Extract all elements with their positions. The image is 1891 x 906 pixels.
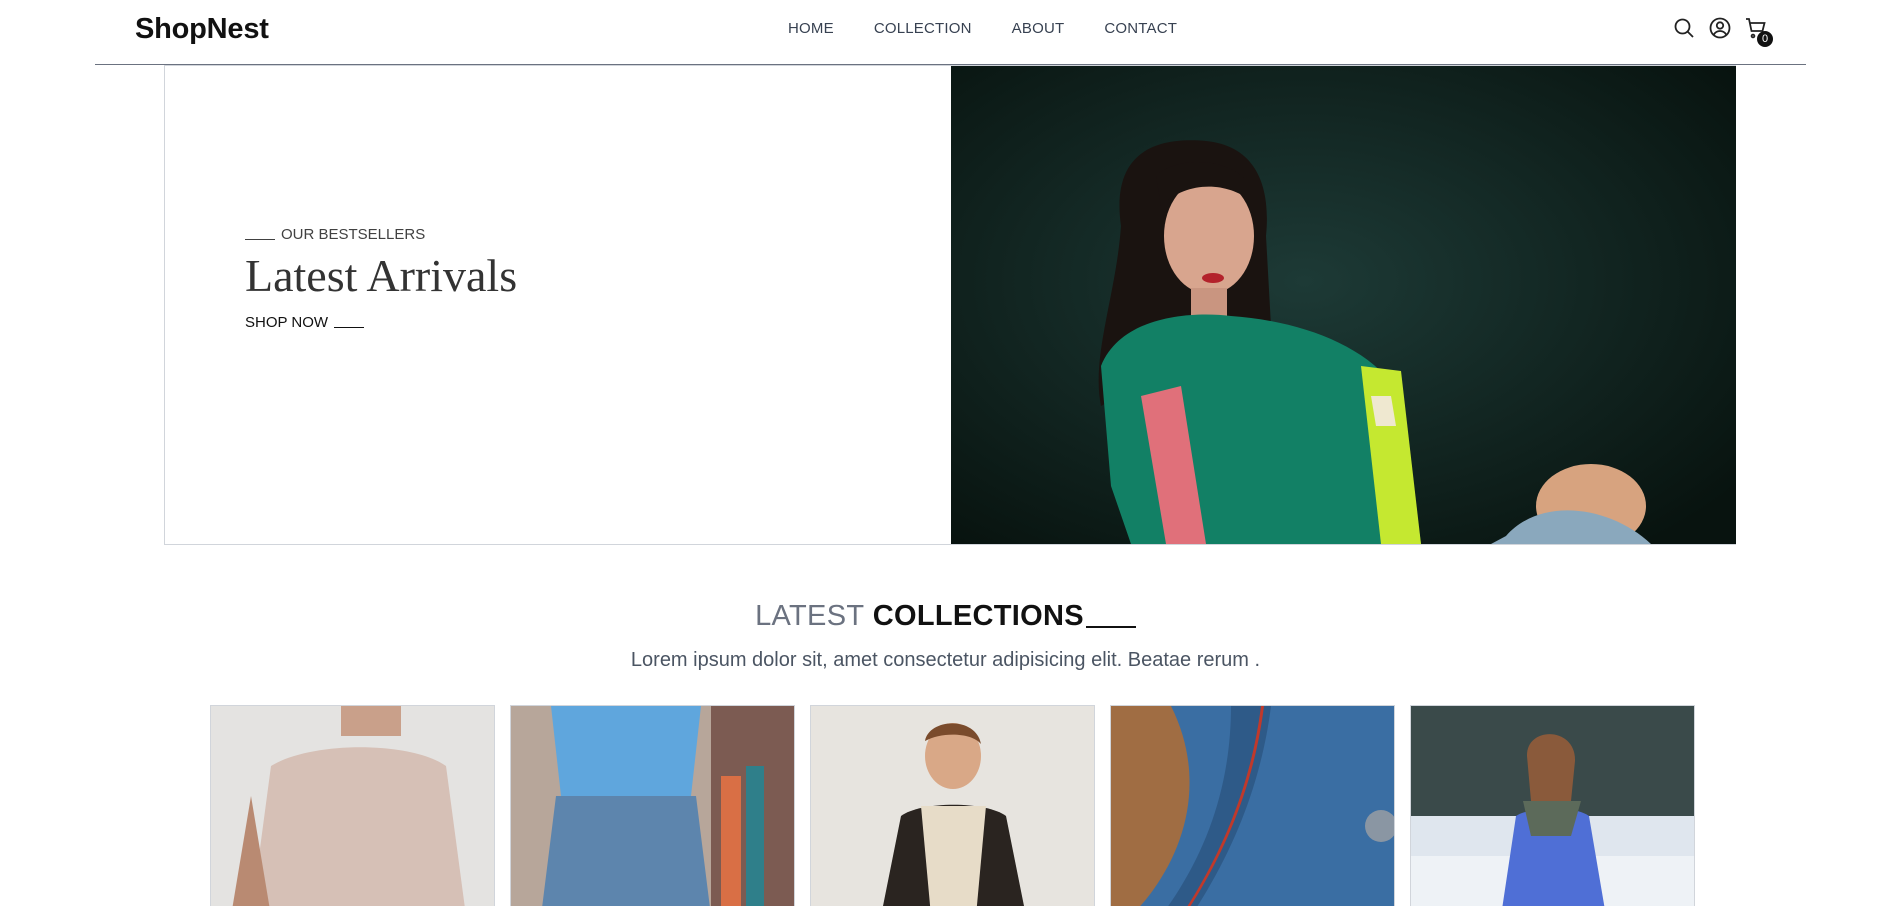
cart-icon[interactable]: 0 — [1744, 16, 1773, 47]
product-card[interactable] — [810, 705, 1095, 906]
shop-now-line — [334, 326, 365, 328]
hero-eyebrow-text: OUR BESTSELLERS — [281, 226, 426, 243]
product-card[interactable] — [510, 705, 795, 906]
product-image — [1411, 706, 1694, 906]
hero-image — [951, 66, 1736, 544]
product-card[interactable] — [1410, 705, 1695, 906]
section-title-light: LATEST — [755, 600, 865, 632]
section-title: LATEST COLLECTIONS — [0, 600, 1891, 633]
nav-link-collection[interactable]: COLLECTION — [874, 20, 972, 37]
user-icon[interactable] — [1708, 16, 1732, 40]
nav-link-home[interactable]: HOME — [788, 20, 834, 37]
search-icon[interactable] — [1672, 16, 1696, 40]
shop-now-label: SHOP NOW — [245, 313, 329, 331]
cart-count-badge: 0 — [1757, 31, 1773, 47]
main-nav: HOME COLLECTION ABOUT CONTACT — [788, 20, 1177, 37]
section-subtitle: Lorem ipsum dolor sit, amet consectetur … — [630, 649, 1261, 671]
hero-banner: OUR BESTSELLERS Latest Arrivals SHOP NOW — [164, 65, 1736, 545]
title-underline — [1085, 626, 1136, 629]
eyebrow-line — [245, 239, 275, 240]
product-image — [811, 706, 1094, 906]
hero-title: Latest Arrivals — [245, 250, 518, 301]
brand-logo[interactable]: ShopNest — [135, 13, 269, 46]
navbar: ShopNest HOME COLLECTION ABOUT CONTACT 0 — [95, 0, 1806, 65]
product-grid — [210, 705, 1695, 906]
hero-text-panel: OUR BESTSELLERS Latest Arrivals SHOP NOW — [165, 66, 951, 544]
nav-link-about[interactable]: ABOUT — [1012, 20, 1065, 37]
product-image — [1111, 706, 1394, 906]
nav-link-contact[interactable]: CONTACT — [1104, 20, 1177, 37]
latest-collections-section: LATEST COLLECTIONS Lorem ipsum dolor sit… — [0, 600, 1891, 672]
product-image — [511, 706, 794, 906]
hero-eyebrow: OUR BESTSELLERS — [245, 226, 517, 243]
section-title-bold: COLLECTIONS — [872, 600, 1084, 632]
product-image — [211, 706, 494, 906]
product-card[interactable] — [1110, 705, 1395, 906]
nav-icons: 0 — [1672, 16, 1773, 47]
shop-now-link[interactable]: SHOP NOW — [245, 314, 517, 331]
product-card[interactable] — [210, 705, 495, 906]
